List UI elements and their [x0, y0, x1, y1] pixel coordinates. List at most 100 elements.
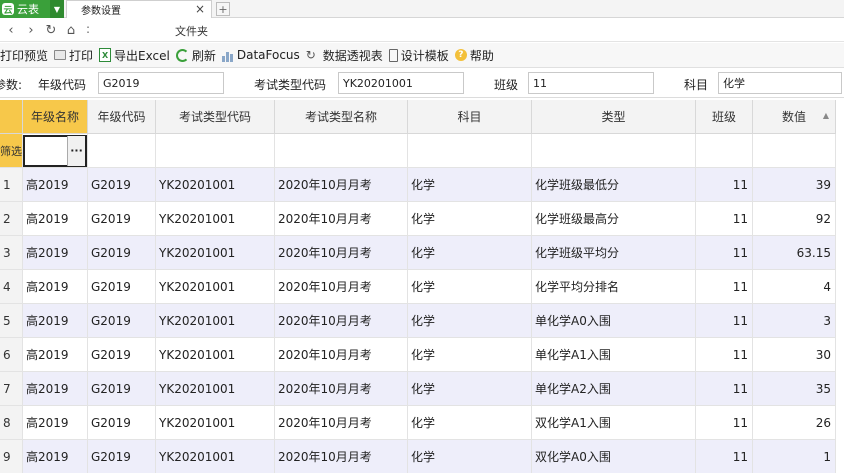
cell-type[interactable]: 双化学A0入围	[532, 440, 696, 473]
row-number[interactable]: 6	[0, 338, 23, 372]
print-button[interactable]: 打印	[51, 43, 96, 68]
exam-type-code-field[interactable]	[338, 72, 464, 94]
table-row[interactable]: 6 高2019 G2019 YK20201001 2020年10月月考 化学 单化学A1入围…	[0, 338, 836, 372]
cell-value[interactable]: 1	[753, 440, 836, 473]
table-row[interactable]: 3 高2019 G2019 YK20201001 2020年10月月考 化学 化学班级平均分…	[0, 236, 836, 270]
cell-value[interactable]: 63.15	[753, 236, 836, 270]
cell-class[interactable]: 11	[696, 202, 753, 236]
row-number[interactable]: 8	[0, 406, 23, 440]
home-icon[interactable]: ⌂	[62, 21, 80, 39]
cell-subject[interactable]: 化学	[408, 270, 532, 304]
cell-value[interactable]: 39	[753, 168, 836, 202]
filter-editor[interactable]: ···	[23, 134, 87, 167]
chevron-down-icon[interactable]: ▼	[50, 0, 64, 18]
filter-cell-subject[interactable]	[408, 134, 532, 168]
cell-grade-code[interactable]: G2019	[88, 440, 156, 473]
cell-class[interactable]: 11	[696, 304, 753, 338]
new-tab-button[interactable]: +	[216, 2, 230, 16]
cell-grade-name[interactable]: 高2019	[23, 202, 88, 236]
cell-subject[interactable]: 化学	[408, 304, 532, 338]
cell-type[interactable]: 化学平均分排名	[532, 270, 696, 304]
cell-grade-name[interactable]: 高2019	[23, 440, 88, 473]
table-row[interactable]: 2 高2019 G2019 YK20201001 2020年10月月考 化学 化学班级最高分…	[0, 202, 836, 236]
row-number[interactable]: 3	[0, 236, 23, 270]
cell-subject[interactable]: 化学	[408, 440, 532, 473]
cell-class[interactable]: 11	[696, 270, 753, 304]
cell-class[interactable]: 11	[696, 168, 753, 202]
breadcrumb[interactable]: 文件夹	[175, 23, 208, 39]
help-button[interactable]: ? 帮助	[452, 43, 497, 68]
cell-grade-code[interactable]: G2019	[88, 372, 156, 406]
row-number[interactable]: 5	[0, 304, 23, 338]
cell-exam-type-code[interactable]: YK20201001	[156, 270, 275, 304]
filter-cell-type[interactable]	[532, 134, 696, 168]
cell-exam-type-code[interactable]: YK20201001	[156, 372, 275, 406]
cell-subject[interactable]: 化学	[408, 338, 532, 372]
filter-options-button[interactable]: ···	[67, 135, 85, 166]
cell-exam-type-code[interactable]: YK20201001	[156, 304, 275, 338]
cell-exam-type-name[interactable]: 2020年10月月考	[275, 168, 408, 202]
cell-value[interactable]: 92	[753, 202, 836, 236]
row-number[interactable]: 9	[0, 440, 23, 473]
cell-exam-type-name[interactable]: 2020年10月月考	[275, 304, 408, 338]
cell-class[interactable]: 11	[696, 440, 753, 473]
column-header-subject[interactable]: 科目	[408, 100, 532, 134]
cell-grade-code[interactable]: G2019	[88, 202, 156, 236]
export-excel-button[interactable]: X 导出Excel	[96, 43, 173, 68]
cell-exam-type-code[interactable]: YK20201001	[156, 406, 275, 440]
refresh-button[interactable]: 刷新	[173, 43, 219, 68]
cell-exam-type-code[interactable]: YK20201001	[156, 440, 275, 473]
cell-value[interactable]: 30	[753, 338, 836, 372]
cell-exam-type-name[interactable]: 2020年10月月考	[275, 202, 408, 236]
cell-type[interactable]: 化学班级最低分	[532, 168, 696, 202]
cell-grade-code[interactable]: G2019	[88, 168, 156, 202]
cell-grade-name[interactable]: 高2019	[23, 406, 88, 440]
column-header-exam-type-name[interactable]: 考试类型名称	[275, 100, 408, 134]
cell-subject[interactable]: 化学	[408, 202, 532, 236]
cell-grade-code[interactable]: G2019	[88, 406, 156, 440]
row-number[interactable]: 2	[0, 202, 23, 236]
column-header-class[interactable]: 班级	[696, 100, 753, 134]
cell-grade-name[interactable]: 高2019	[23, 168, 88, 202]
cell-grade-code[interactable]: G2019	[88, 270, 156, 304]
cell-exam-type-name[interactable]: 2020年10月月考	[275, 338, 408, 372]
cell-value[interactable]: 26	[753, 406, 836, 440]
sort-ascending-icon[interactable]: ▲	[823, 111, 829, 120]
cell-class[interactable]: 11	[696, 338, 753, 372]
datafocus-button[interactable]: DataFocus	[219, 43, 303, 68]
pivot-table-button[interactable]: ↻ 数据透视表	[303, 43, 386, 68]
cell-grade-name[interactable]: 高2019	[23, 270, 88, 304]
cell-type[interactable]: 双化学A1入围	[532, 406, 696, 440]
corner-cell[interactable]	[0, 100, 23, 134]
cell-grade-code[interactable]: G2019	[88, 338, 156, 372]
column-header-grade-code[interactable]: 年级代码	[88, 100, 156, 134]
table-row[interactable]: 4 高2019 G2019 YK20201001 2020年10月月考 化学 化学平均分排名…	[0, 270, 836, 304]
table-row[interactable]: 1 高2019 G2019 YK20201001 2020年10月月考 化学 化学班级最低分…	[0, 168, 836, 202]
cell-grade-code[interactable]: G2019	[88, 304, 156, 338]
filter-cell-class[interactable]	[696, 134, 753, 168]
cell-type[interactable]: 单化学A0入围	[532, 304, 696, 338]
cell-grade-name[interactable]: 高2019	[23, 236, 88, 270]
cell-subject[interactable]: 化学	[408, 372, 532, 406]
design-template-button[interactable]: 设计模板	[386, 43, 452, 68]
row-number[interactable]: 1	[0, 168, 23, 202]
cell-subject[interactable]: 化学	[408, 406, 532, 440]
cell-exam-type-name[interactable]: 2020年10月月考	[275, 406, 408, 440]
grade-code-field[interactable]	[98, 72, 224, 94]
cell-value[interactable]: 35	[753, 372, 836, 406]
cell-class[interactable]: 11	[696, 236, 753, 270]
cell-grade-name[interactable]: 高2019	[23, 372, 88, 406]
cell-grade-name[interactable]: 高2019	[23, 304, 88, 338]
table-row[interactable]: 5 高2019 G2019 YK20201001 2020年10月月考 化学 单化学A0入围…	[0, 304, 836, 338]
reload-icon[interactable]: ↻	[42, 21, 60, 39]
cell-exam-type-name[interactable]: 2020年10月月考	[275, 372, 408, 406]
table-row[interactable]: 9 高2019 G2019 YK20201001 2020年10月月考 化学 双化学A0入围…	[0, 440, 836, 473]
cell-class[interactable]: 11	[696, 406, 753, 440]
cell-type[interactable]: 单化学A2入围	[532, 372, 696, 406]
filter-cell-exam-type-name[interactable]	[275, 134, 408, 168]
cell-type[interactable]: 单化学A1入围	[532, 338, 696, 372]
filter-cell-grade-code[interactable]	[88, 134, 156, 168]
print-preview-button[interactable]: 打印预览	[0, 43, 51, 68]
table-row[interactable]: 7 高2019 G2019 YK20201001 2020年10月月考 化学 单化学A2入围…	[0, 372, 836, 406]
cell-subject[interactable]: 化学	[408, 236, 532, 270]
